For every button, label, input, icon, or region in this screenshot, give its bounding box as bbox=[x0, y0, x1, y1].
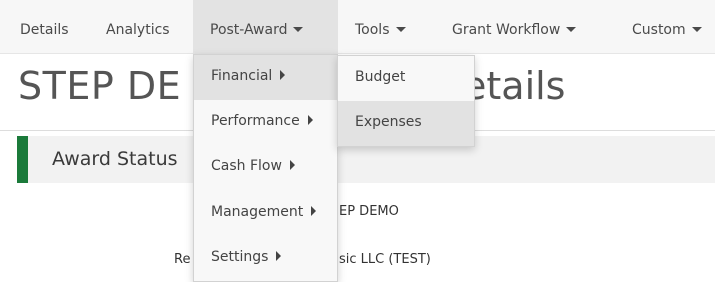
chevron-right-icon bbox=[276, 251, 282, 261]
nav-post-award[interactable]: Post-Award bbox=[193, 0, 338, 54]
nav-analytics-label: Analytics bbox=[106, 22, 170, 38]
nav-custom[interactable]: Custom bbox=[632, 0, 702, 54]
menu-item-settings-label: Settings bbox=[211, 249, 269, 265]
nav-grant-workflow-label: Grant Workflow bbox=[452, 22, 561, 38]
chevron-right-icon bbox=[307, 115, 313, 125]
nav-details-label: Details bbox=[20, 22, 69, 38]
detail-row-2-label: Re bbox=[174, 252, 191, 267]
page-title: STEP DE bbox=[18, 64, 182, 108]
chevron-right-icon bbox=[311, 206, 317, 216]
menu-item-settings[interactable]: Settings bbox=[194, 236, 337, 281]
status-accent-bar bbox=[17, 136, 28, 183]
detail-row-1-value: EP DEMO bbox=[339, 204, 399, 219]
menu-item-management-label: Management bbox=[211, 204, 304, 220]
nav-grant-workflow[interactable]: Grant Workflow bbox=[452, 0, 577, 54]
nav-tools[interactable]: Tools bbox=[355, 0, 406, 54]
menu-item-cash-flow[interactable]: Cash Flow bbox=[194, 145, 337, 190]
nav-post-award-label: Post-Award bbox=[210, 22, 288, 38]
menu-item-financial[interactable]: Financial bbox=[194, 55, 337, 100]
chevron-right-icon bbox=[280, 70, 286, 80]
nav-custom-label: Custom bbox=[632, 22, 686, 38]
menu-item-financial-label: Financial bbox=[211, 68, 273, 84]
chevron-down-icon bbox=[395, 26, 406, 32]
chevron-down-icon bbox=[566, 26, 577, 32]
chevron-right-icon bbox=[289, 160, 295, 170]
submenu-item-expenses[interactable]: Expenses bbox=[338, 101, 474, 146]
detail-row-2-value: sic LLC (TEST) bbox=[339, 252, 431, 267]
page-title-tail: etails bbox=[463, 64, 566, 108]
award-status-label: Award Status bbox=[52, 148, 178, 170]
nav-details[interactable]: Details bbox=[20, 0, 69, 54]
menu-item-cash-flow-label: Cash Flow bbox=[211, 158, 282, 174]
nav-analytics[interactable]: Analytics bbox=[106, 0, 170, 54]
nav-tools-label: Tools bbox=[355, 22, 390, 38]
submenu-item-budget[interactable]: Budget bbox=[338, 56, 474, 101]
menu-item-management[interactable]: Management bbox=[194, 191, 337, 236]
menu-item-performance[interactable]: Performance bbox=[194, 100, 337, 145]
submenu-item-expenses-label: Expenses bbox=[355, 114, 422, 130]
financial-submenu: Budget Expenses bbox=[337, 55, 475, 147]
submenu-item-budget-label: Budget bbox=[355, 69, 406, 85]
chevron-down-icon bbox=[691, 26, 702, 32]
menu-item-performance-label: Performance bbox=[211, 113, 300, 129]
post-award-menu: Financial Performance Cash Flow Manageme… bbox=[193, 54, 338, 282]
chevron-down-icon bbox=[293, 26, 304, 32]
top-navbar: Details Analytics Post-Award Tools Grant… bbox=[0, 0, 715, 54]
